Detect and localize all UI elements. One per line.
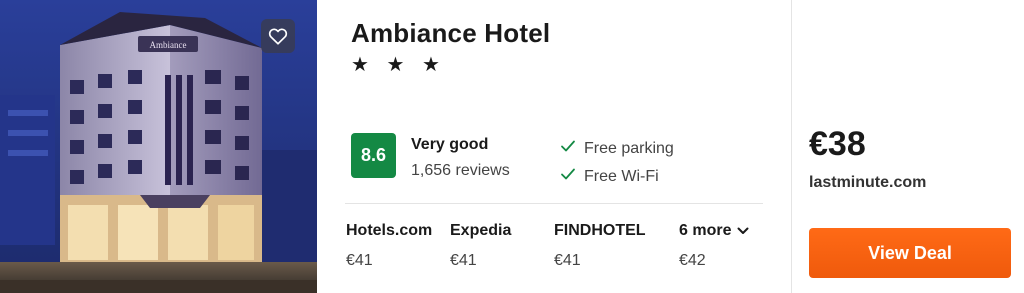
partner-price-hotels-com[interactable]: Hotels.com €41	[346, 222, 432, 270]
hotel-sign: Ambiance	[150, 40, 187, 50]
amenity-label: Free parking	[584, 139, 674, 157]
rating-label[interactable]: Very good	[411, 136, 488, 154]
more-deals-button[interactable]: 6 more €42	[679, 222, 749, 270]
view-deal-button[interactable]: View Deal	[809, 228, 1011, 278]
more-deals-price: €42	[679, 252, 706, 269]
divider	[345, 203, 763, 204]
more-deals-label: 6 more	[679, 222, 732, 239]
hotel-star-rating: ★ ★ ★	[351, 54, 446, 76]
amenity-free-wifi: Free Wi-Fi	[560, 167, 659, 186]
heart-outline-icon	[268, 28, 288, 45]
rating-score-badge: 8.6	[351, 133, 396, 178]
partner-price-expedia[interactable]: Expedia €41	[450, 222, 511, 270]
partner-price-findhotel[interactable]: FINDHOTEL €41	[554, 222, 646, 270]
favorite-button[interactable]	[261, 19, 295, 53]
amenity-label: Free Wi-Fi	[584, 167, 659, 185]
hotel-name[interactable]: Ambiance Hotel	[351, 18, 550, 49]
partner-price: €41	[346, 252, 373, 269]
best-deal-site[interactable]: lastminute.com	[809, 174, 926, 192]
partner-name: Hotels.com	[346, 222, 433, 239]
chevron-down-icon	[737, 222, 749, 240]
partner-price: €41	[450, 252, 477, 269]
hotel-photo[interactable]: Ambiance	[0, 0, 317, 293]
amenity-free-parking: Free parking	[560, 139, 674, 158]
column-divider	[791, 0, 792, 293]
partner-price: €41	[554, 252, 581, 269]
check-icon	[560, 167, 584, 186]
hotel-result-card: Ambiance Ambiance Hotel ★ ★ ★ 8.6 Very g…	[0, 0, 1024, 293]
rating-review-count[interactable]: 1,656 reviews	[411, 162, 510, 180]
best-deal-price[interactable]: €38	[809, 125, 866, 164]
check-icon	[560, 139, 584, 158]
partner-name: Expedia	[450, 222, 512, 239]
partner-name: FINDHOTEL	[554, 222, 646, 239]
